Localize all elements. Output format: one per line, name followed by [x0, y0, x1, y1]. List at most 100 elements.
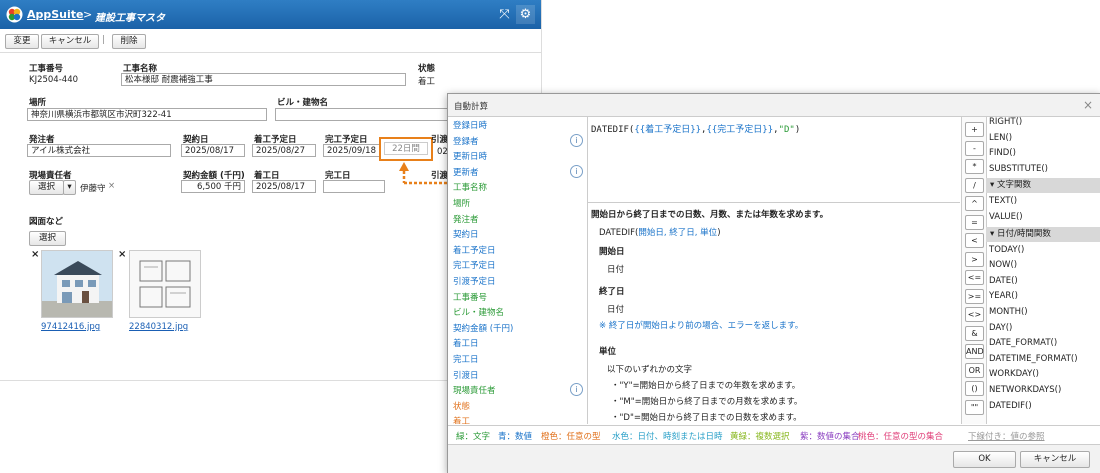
- function-item[interactable]: DAY(): [989, 323, 1012, 333]
- operator-button[interactable]: AND: [965, 344, 984, 359]
- operator-button[interactable]: >: [965, 251, 984, 267]
- field-item[interactable]: 完工日: [453, 353, 479, 365]
- house-photo-thumbnail[interactable]: [41, 250, 113, 318]
- formula-editor[interactable]: DATEDIF({{着工予定日}},{{完工予定日}},"D"): [588, 117, 960, 203]
- function-item[interactable]: TODAY(): [989, 245, 1024, 255]
- category-date-functions[interactable]: ▾ 日付/時間関数: [986, 226, 1100, 242]
- formula-arg-finish-plan: {{完工予定日}}: [706, 125, 774, 135]
- help-syntax-args: 開始日, 終了日, 単位: [638, 228, 718, 238]
- field-item[interactable]: 更新日時: [453, 150, 487, 162]
- function-item[interactable]: DATE_FORMAT(): [989, 338, 1057, 348]
- help-syntax: DATEDIF(開始日, 終了日, 単位): [599, 226, 721, 238]
- function-item[interactable]: DATEDIF(): [989, 401, 1032, 411]
- amount-input[interactable]: 6,500 千円: [181, 180, 245, 193]
- field-item[interactable]: 状態: [453, 400, 470, 412]
- field-item[interactable]: 登録者: [453, 135, 479, 147]
- brand-link[interactable]: AppSuite: [27, 8, 84, 21]
- expand-icon[interactable]: ⤧: [495, 5, 514, 24]
- legend-item: 桃色：任意の型の集合: [858, 432, 944, 442]
- operator-button[interactable]: <=: [965, 270, 984, 285]
- help-syntax-fn: DATEDIF(: [599, 228, 639, 238]
- function-item[interactable]: FIND(): [989, 148, 1016, 158]
- manager-dropdown-icon[interactable]: ▾: [63, 180, 76, 195]
- dialog-cancel-button[interactable]: キャンセル: [1020, 451, 1090, 468]
- finish-plan-input[interactable]: 2025/09/18: [323, 144, 385, 157]
- category-text-functions[interactable]: ▾ 文字関数: [986, 178, 1100, 194]
- manager-select-button[interactable]: 選択: [29, 180, 64, 195]
- operator-button[interactable]: /: [965, 177, 984, 193]
- field-item[interactable]: ビル・建物名: [453, 306, 504, 318]
- operator-button[interactable]: -: [965, 140, 984, 156]
- help-unit-d: ・"D"=開始日から終了日までの日数を求めます。: [611, 413, 802, 423]
- info-icon[interactable]: i: [570, 164, 583, 178]
- start-plan-input[interactable]: 2025/08/27: [252, 144, 316, 157]
- field-item[interactable]: 工事名称: [453, 181, 487, 193]
- field-item[interactable]: 着工予定日: [453, 244, 496, 256]
- field-item[interactable]: 更新者: [453, 166, 479, 178]
- field-item[interactable]: 工事番号: [453, 291, 487, 303]
- file-link[interactable]: 97412416.jpg: [41, 322, 100, 332]
- cancel-button[interactable]: キャンセル: [41, 34, 99, 49]
- operator-button[interactable]: OR: [965, 362, 984, 378]
- operator-button[interactable]: +: [965, 122, 984, 137]
- field-item[interactable]: 完工予定日: [453, 259, 496, 271]
- operator-button[interactable]: >=: [965, 288, 984, 304]
- function-item[interactable]: LEN(): [989, 133, 1012, 143]
- field-item[interactable]: 現場責任者: [453, 384, 496, 396]
- info-icon[interactable]: i: [570, 383, 583, 397]
- file-remove-icon[interactable]: ×: [118, 249, 126, 260]
- operator-button[interactable]: ^: [965, 196, 984, 211]
- legend-item: 橙色：任意の型: [541, 432, 601, 442]
- file-link[interactable]: 22840312.jpg: [129, 322, 188, 332]
- field-item[interactable]: 登録日時: [453, 119, 487, 131]
- delete-button[interactable]: 削除: [112, 34, 146, 49]
- function-item[interactable]: NOW(): [989, 260, 1017, 270]
- change-button[interactable]: 変更: [5, 34, 39, 49]
- function-item[interactable]: YEAR(): [989, 291, 1018, 301]
- start-input[interactable]: 2025/08/17: [252, 180, 316, 193]
- dialog-title: 自動計算: [454, 102, 489, 112]
- function-item[interactable]: VALUE(): [989, 212, 1023, 222]
- operator-button[interactable]: *: [965, 159, 984, 174]
- work-name-input[interactable]: 松本様邸 耐震補強工事: [121, 73, 406, 86]
- function-item[interactable]: MONTH(): [989, 307, 1028, 317]
- gear-icon[interactable]: ⚙: [516, 5, 535, 24]
- function-item[interactable]: SUBSTITUTE(): [989, 164, 1048, 174]
- operator-button[interactable]: =: [965, 214, 984, 230]
- field-item[interactable]: 引渡日: [453, 369, 479, 381]
- operator-button[interactable]: <: [965, 233, 984, 248]
- formula-text[interactable]: DATEDIF({{着工予定日}},{{完工予定日}},"D"): [591, 122, 800, 135]
- field-item[interactable]: 発注者: [453, 213, 479, 225]
- function-item[interactable]: DATE(): [989, 276, 1018, 286]
- function-item[interactable]: NETWORKDAYS(): [989, 385, 1061, 395]
- file-remove-icon[interactable]: ×: [31, 249, 39, 260]
- building-input[interactable]: [275, 108, 450, 121]
- function-item[interactable]: WORKDAY(): [989, 369, 1039, 379]
- formula-arg-start-plan: {{着工予定日}}: [634, 125, 702, 135]
- field-item[interactable]: 契約金額 (千円): [453, 322, 513, 334]
- function-item[interactable]: DATETIME_FORMAT(): [989, 354, 1078, 364]
- floor-plan-thumbnail[interactable]: [129, 250, 201, 318]
- operator-button[interactable]: <>: [965, 307, 984, 322]
- function-item[interactable]: TEXT(): [989, 196, 1017, 206]
- drawings-select-button[interactable]: 選択: [29, 231, 66, 246]
- toolbar-divider: |: [102, 35, 105, 45]
- field-item[interactable]: 着工日: [453, 337, 479, 349]
- function-item[interactable]: RIGHT(): [989, 117, 1022, 127]
- operator-button[interactable]: (): [965, 381, 984, 396]
- finish-input[interactable]: [323, 180, 385, 193]
- contract-date-input[interactable]: 2025/08/17: [181, 144, 245, 157]
- client-input[interactable]: アイル株式会社: [27, 144, 171, 157]
- close-icon[interactable]: ×: [1083, 98, 1093, 112]
- field-item[interactable]: 着工: [453, 415, 470, 424]
- operator-button[interactable]: "": [965, 399, 984, 415]
- manager-remove-icon[interactable]: ×: [108, 181, 115, 191]
- place-input[interactable]: 神奈川県横浜市都筑区市沢町322-41: [27, 108, 267, 121]
- help-arg3-desc: 以下のいずれかの文字: [607, 365, 693, 375]
- field-item[interactable]: 契約日: [453, 228, 479, 240]
- ok-button[interactable]: OK: [953, 451, 1016, 468]
- operator-button[interactable]: &: [965, 325, 984, 341]
- field-item[interactable]: 場所: [453, 197, 470, 209]
- field-item[interactable]: 引渡予定日: [453, 275, 496, 287]
- info-icon[interactable]: i: [570, 133, 583, 147]
